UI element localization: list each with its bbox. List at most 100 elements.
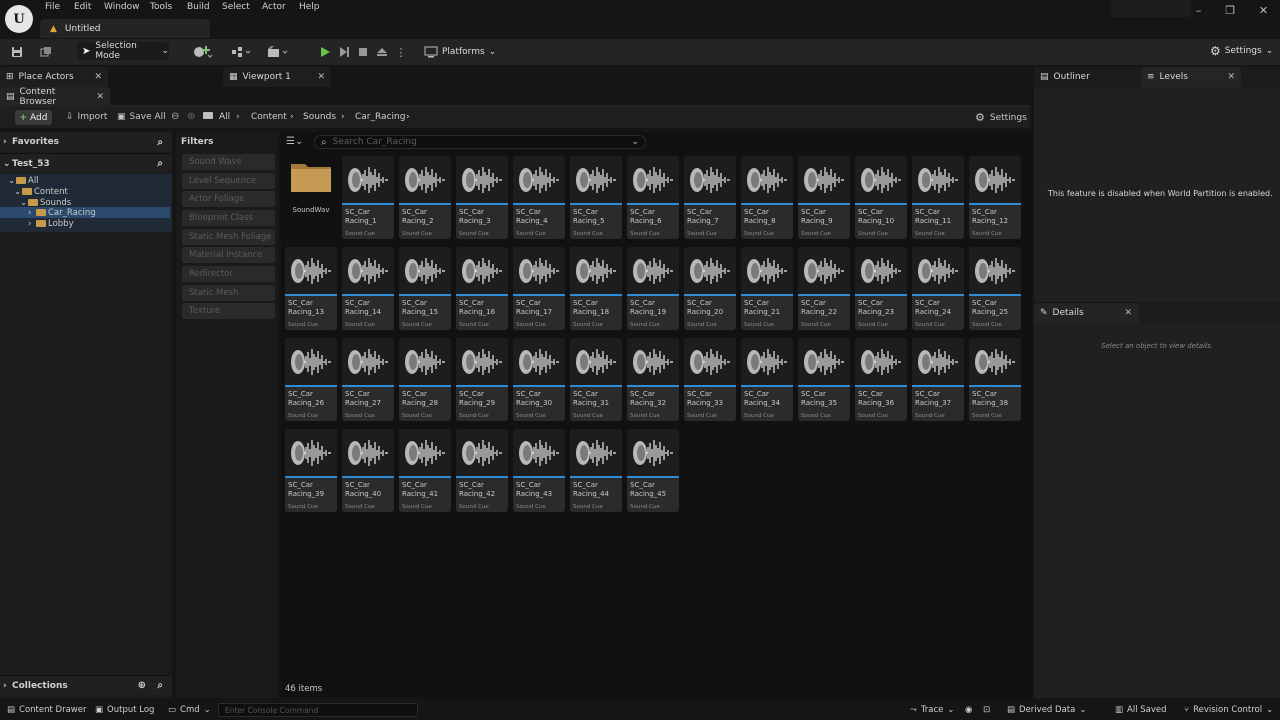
asset-tile[interactable]: SC_Car Racing_4 Sound Cue (513, 156, 565, 239)
add-collection-icon[interactable]: ⊕ (138, 680, 146, 691)
asset-tile[interactable]: SC_Car Racing_2 Sound Cue (399, 156, 451, 239)
asset-tile[interactable]: SC_Car Racing_31 Sound Cue (570, 338, 622, 421)
close-icon[interactable]: ✕ (96, 92, 104, 102)
asset-tile[interactable]: SC_Car Racing_26 Sound Cue (285, 338, 337, 421)
platforms-dropdown[interactable]: Platforms ⌄ (424, 44, 496, 60)
asset-tile[interactable]: SC_Car Racing_37 Sound Cue (912, 338, 964, 421)
tab-viewport[interactable]: ▦ Viewport 1 ✕ (223, 67, 331, 87)
eject-icon[interactable] (374, 44, 390, 60)
step-icon[interactable] (336, 44, 352, 60)
search-icon[interactable]: ⌕ (157, 137, 163, 148)
tab-details[interactable]: ✎ Details ✕ (1034, 303, 1138, 323)
asset-tile[interactable]: SC_Car Racing_17 Sound Cue (513, 247, 565, 330)
breadcrumb-sounds[interactable]: Sounds (303, 112, 336, 122)
asset-tile[interactable]: SC_Car Racing_16 Sound Cue (456, 247, 508, 330)
asset-tile[interactable]: SC_Car Racing_7 Sound Cue (684, 156, 736, 239)
asset-tile[interactable]: SC_Car Racing_11 Sound Cue (912, 156, 964, 239)
all-saved-button[interactable]: ▥ All Saved (1115, 705, 1167, 715)
filter-redirector[interactable]: Redirector (182, 266, 275, 282)
browse-icon[interactable] (38, 44, 54, 60)
cmd-dropdown[interactable]: ▭ Cmd ⌄ (168, 705, 211, 715)
asset-tile[interactable]: SC_Car Racing_8 Sound Cue (741, 156, 793, 239)
unreal-logo-icon[interactable]: U (5, 5, 33, 33)
toolbar-settings-button[interactable]: ⚙ Settings ⌄ (1210, 44, 1273, 58)
asset-tile[interactable]: SC_Car Racing_9 Sound Cue (798, 156, 850, 239)
tree-item-all[interactable]: ⌄ All (0, 175, 168, 186)
asset-tile[interactable]: SC_Car Racing_6 Sound Cue (627, 156, 679, 239)
asset-tile[interactable]: SC_Car Racing_13 Sound Cue (285, 247, 337, 330)
more-options-icon[interactable]: ⋮ (393, 44, 409, 60)
back-icon[interactable]: ⊖ (171, 111, 179, 122)
add-actor-icon[interactable] (192, 44, 214, 60)
derived-data-button[interactable]: ▤ Derived Data ⌄ (1007, 705, 1086, 715)
search-icon[interactable]: ⌕ (157, 680, 163, 691)
close-icon[interactable]: ✕ (317, 72, 325, 82)
asset-tile[interactable]: SC_Car Racing_27 Sound Cue (342, 338, 394, 421)
save-icon[interactable] (9, 44, 25, 60)
selection-mode-dropdown[interactable]: ➤ Selection Mode ⌄ (77, 41, 169, 61)
filter-level-sequence[interactable]: Level Sequence (182, 173, 275, 189)
asset-tile[interactable]: SC_Car Racing_29 Sound Cue (456, 338, 508, 421)
asset-tile[interactable]: SC_Car Racing_19 Sound Cue (627, 247, 679, 330)
asset-tile[interactable]: SC_Car Racing_3 Sound Cue (456, 156, 508, 239)
asset-tile[interactable]: SC_Car Racing_18 Sound Cue (570, 247, 622, 330)
filter-icon[interactable]: ☰⌄ (286, 136, 303, 147)
asset-tile[interactable]: SC_Car Racing_35 Sound Cue (798, 338, 850, 421)
asset-tile[interactable]: SC_Car Racing_12 Sound Cue (969, 156, 1021, 239)
filter-sound-wave[interactable]: Sound Wave (182, 154, 275, 170)
import-button[interactable]: ⇩ Import (66, 112, 107, 122)
tab-place-actors[interactable]: ⊞ Place Actors ✕ (0, 67, 108, 87)
add-button[interactable]: + Add (15, 110, 52, 125)
revision-control-button[interactable]: ⑂ Revision Control ⌄ (1184, 705, 1273, 715)
stop-icon[interactable] (355, 44, 371, 60)
collections-section[interactable]: › Collections ⊕ ⌕ (0, 675, 172, 695)
menu-select[interactable]: Select (222, 2, 250, 12)
asset-tile[interactable]: SC_Car Racing_28 Sound Cue (399, 338, 451, 421)
menu-tools[interactable]: Tools (150, 2, 172, 12)
asset-tile[interactable]: SC_Car Racing_32 Sound Cue (627, 338, 679, 421)
save-all-button[interactable]: ▣ Save All (117, 112, 166, 122)
restore-icon[interactable]: ❐ (1225, 4, 1235, 17)
document-tab[interactable]: ▲ Untitled (40, 19, 210, 38)
trace-dropdown[interactable]: ⤳ Trace ⌄ (910, 705, 955, 715)
cinematics-icon[interactable] (266, 44, 290, 60)
asset-tile[interactable]: SC_Car Racing_10 Sound Cue (855, 156, 907, 239)
breadcrumb-car-racing[interactable]: Car_Racing (355, 112, 405, 122)
asset-tile[interactable]: SC_Car Racing_42 Sound Cue (456, 429, 508, 512)
camera-icon[interactable]: ⊡ (983, 705, 990, 715)
tab-levels[interactable]: ≡ Levels ✕ (1141, 67, 1241, 87)
asset-tile[interactable]: SC_Car Racing_44 Sound Cue (570, 429, 622, 512)
close-icon[interactable]: ✕ (94, 72, 102, 82)
folder-tile[interactable]: SoundWav (285, 156, 337, 216)
minimize-icon[interactable]: – (1196, 4, 1202, 17)
asset-tile[interactable]: SC_Car Racing_43 Sound Cue (513, 429, 565, 512)
output-log-button[interactable]: ▣ Output Log (95, 705, 154, 715)
close-icon[interactable]: ✕ (1227, 72, 1235, 82)
console-input[interactable]: Enter Console Command (218, 703, 418, 717)
close-icon[interactable]: ✕ (1124, 308, 1132, 318)
tab-content-browser[interactable]: ▤ Content Browser ✕ (0, 87, 110, 107)
asset-tile[interactable]: SC_Car Racing_20 Sound Cue (684, 247, 736, 330)
breadcrumb-content[interactable]: Content (251, 112, 287, 122)
asset-tile[interactable]: SC_Car Racing_15 Sound Cue (399, 247, 451, 330)
menu-window[interactable]: Window (104, 2, 140, 12)
asset-tile[interactable]: SC_Car Racing_45 Sound Cue (627, 429, 679, 512)
project-section[interactable]: ⌄ Test_53 ⌕ (0, 153, 172, 173)
search-icon[interactable]: ⌕ (157, 158, 163, 169)
filter-static-mesh-foliage[interactable]: Static Mesh Foliage (182, 229, 275, 245)
cb-settings-button[interactable]: ⚙ Settings (975, 111, 1027, 124)
asset-tile[interactable]: SC_Car Racing_14 Sound Cue (342, 247, 394, 330)
asset-tile[interactable]: SC_Car Racing_24 Sound Cue (912, 247, 964, 330)
menu-actor[interactable]: Actor (262, 2, 286, 12)
filter-material-instance[interactable]: Material Instance (182, 247, 275, 263)
play-icon[interactable] (317, 44, 333, 60)
close-window-icon[interactable]: ✕ (1259, 4, 1268, 17)
asset-tile[interactable]: SC_Car Racing_22 Sound Cue (798, 247, 850, 330)
asset-tile[interactable]: SC_Car Racing_23 Sound Cue (855, 247, 907, 330)
breadcrumb-all[interactable]: All (219, 112, 230, 122)
asset-tile[interactable]: SC_Car Racing_21 Sound Cue (741, 247, 793, 330)
asset-tile[interactable]: SC_Car Racing_38 Sound Cue (969, 338, 1021, 421)
filter-blueprint-class[interactable]: Blueprint Class (182, 210, 275, 226)
asset-tile[interactable]: SC_Car Racing_34 Sound Cue (741, 338, 793, 421)
filter-actor-foliage[interactable]: Actor Foliage (182, 191, 275, 207)
